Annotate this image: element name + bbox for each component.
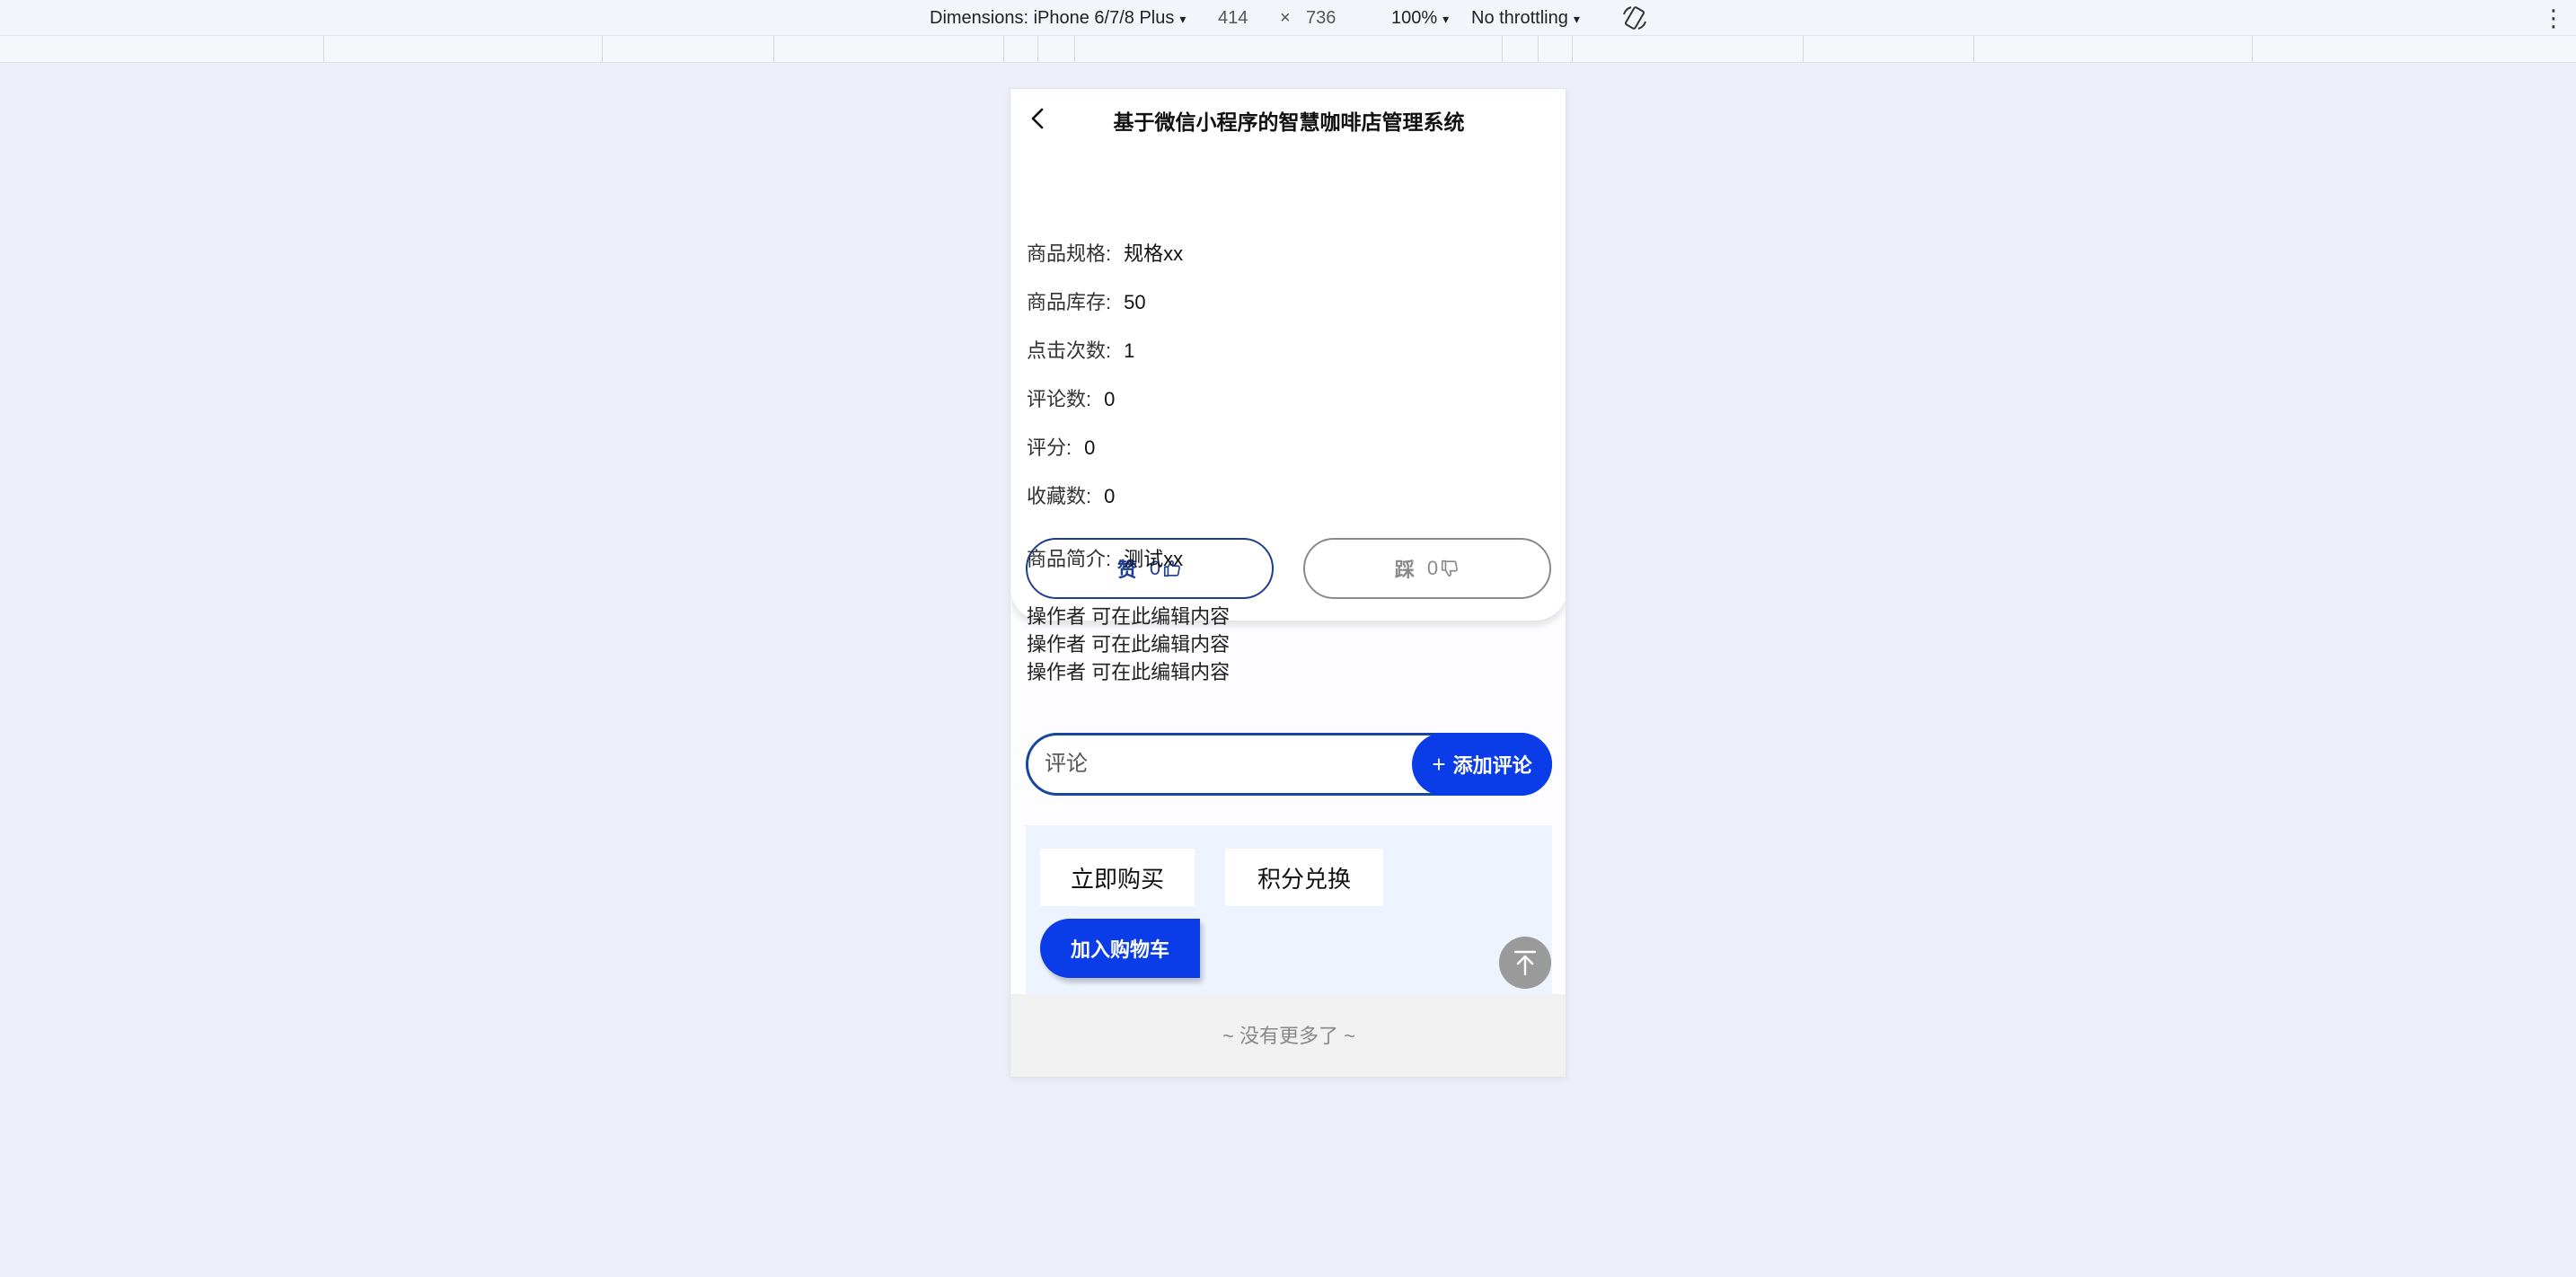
add-comment-label: 添加评论 [1452,754,1532,777]
spec-row: 商品规格: 规格xx [1027,238,1183,267]
width-input[interactable]: 414 [1218,0,1248,36]
favorites-value: 0 [1104,485,1116,507]
media-query-ruler [0,36,2576,63]
intro-label: 商品简介: [1027,548,1112,570]
comment-input[interactable] [1045,735,1404,793]
clicks-value: 1 [1124,339,1135,362]
chevron-down-icon: ▾ [1573,12,1580,26]
editable-text-line: 操作者 可在此编辑内容 [1027,633,1231,656]
stock-row: 商品库存: 50 [1027,286,1146,315]
device-dimensions-label: Dimensions: iPhone 6/7/8 Plus [930,8,1175,28]
favorites-row: 收藏数: 0 [1027,480,1115,509]
height-input[interactable]: 736 [1306,0,1336,36]
stock-value: 50 [1124,291,1146,313]
clicks-row: 点击次数: 1 [1027,335,1134,364]
dislike-count: 0 [1426,557,1439,579]
back-to-top-icon[interactable] [1499,937,1551,989]
comments-count-row: 评论数: 0 [1027,383,1115,412]
times-sign: × [1280,8,1291,28]
editable-text-line: 操作者 可在此编辑内容 [1027,605,1231,628]
spec-label: 商品规格: [1027,242,1112,265]
device-dimensions-dropdown[interactable]: Dimensions: iPhone 6/7/8 Plus ▾ [930,0,1186,36]
add-comment-button[interactable]: + 添加评论 [1412,733,1552,796]
favorites-label: 收藏数: [1027,485,1092,507]
buy-now-button[interactable]: 立即购买 [1040,849,1195,906]
rotate-icon[interactable] [1620,4,1649,32]
comments-count-value: 0 [1104,388,1116,410]
zoom-dropdown[interactable]: 100% ▾ [1391,0,1449,36]
points-exchange-button[interactable]: 积分兑换 [1225,849,1383,906]
throttling-dropdown[interactable]: No throttling ▾ [1471,0,1580,36]
nav-bar: 基于微信小程序的智慧咖啡店管理系统 [1010,89,1566,148]
editable-text-line: 操作者 可在此编辑内容 [1027,661,1231,683]
stock-label: 商品库存: [1027,291,1112,313]
rating-value: 0 [1084,436,1096,459]
phone-viewport: 商品规格: 规格xx 商品库存: 50 点击次数: 1 评论数: 0 评分: 0 收藏数:… [1010,88,1566,1078]
no-more-footer: ~ 没有更多了 ~ [1010,994,1566,1077]
comment-bar: + 添加评论 [1026,733,1552,796]
comments-count-label: 评论数: [1027,388,1092,410]
more-options-icon[interactable]: ⋮ [2542,4,2565,32]
chevron-down-icon: ▾ [1442,12,1450,26]
throttling-label: No throttling [1471,8,1568,28]
rating-row: 评分: 0 [1027,432,1095,461]
intro-value: 测试xx [1124,548,1184,570]
page-title: 基于微信小程序的智慧咖啡店管理系统 [1113,110,1465,134]
thumbs-down-icon [1442,559,1459,577]
add-to-cart-button[interactable]: 加入购物车 [1040,919,1200,978]
clicks-label: 点击次数: [1027,339,1112,362]
spec-value: 规格xx [1124,242,1184,265]
dislike-label: 踩 [1394,559,1415,581]
zoom-label: 100% [1391,8,1438,28]
intro-row: 商品简介: 测试xx [1027,543,1183,572]
devtools-toolbar: Dimensions: iPhone 6/7/8 Plus ▾ 414 × 736… [0,0,2576,36]
dislike-button[interactable]: 踩 0 [1303,538,1551,599]
plus-icon: + [1432,750,1446,778]
back-arrow-icon[interactable] [1025,105,1052,132]
rating-label: 评分: [1027,436,1072,459]
chevron-down-icon: ▾ [1179,12,1187,26]
